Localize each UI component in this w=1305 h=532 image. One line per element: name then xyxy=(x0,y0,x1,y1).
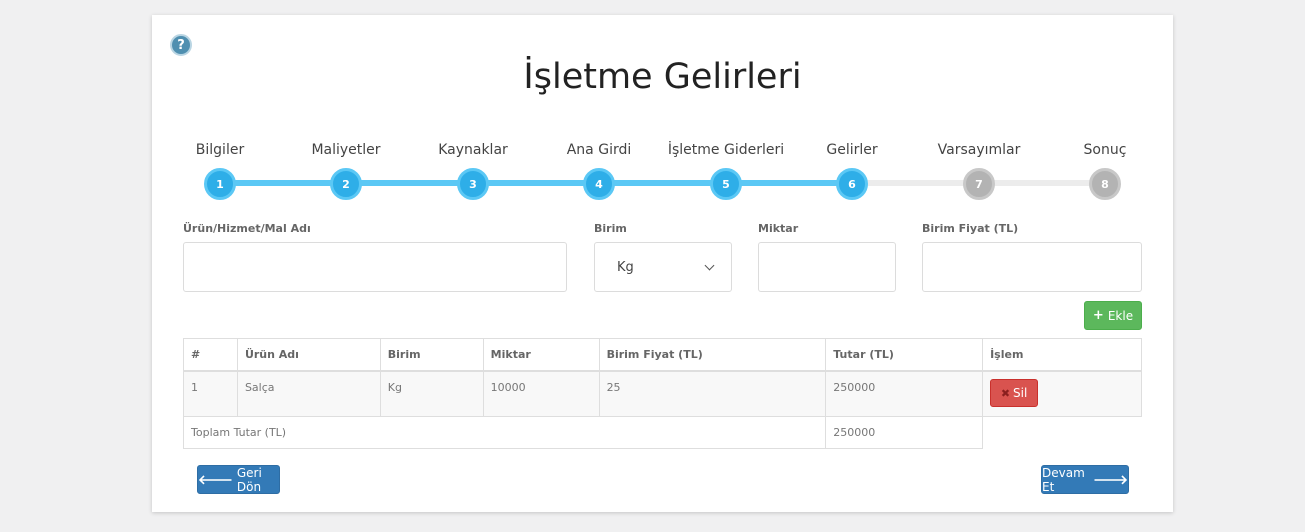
progress-fill xyxy=(222,180,854,186)
step-sonuc[interactable]: Sonuç 8 xyxy=(1040,140,1170,200)
back-button-label: Geri Dön xyxy=(236,465,262,494)
step-bilgiler[interactable]: Bilgiler 1 xyxy=(155,140,285,200)
column-header: İşlem xyxy=(982,338,1142,372)
question-circle-icon[interactable]: ? xyxy=(170,34,192,56)
unit-price-input[interactable] xyxy=(922,242,1142,292)
chevron-down-icon xyxy=(704,260,715,271)
step-varsayimlar[interactable]: Varsayımlar 7 xyxy=(914,140,1044,200)
unit-price-label: Birim Fiyat (TL) xyxy=(922,222,1019,235)
cell-quantity: 10000 xyxy=(482,370,600,417)
step-isletme-giderleri[interactable]: İşletme Giderleri 5 xyxy=(661,140,791,200)
progress-steps: Bilgiler 1 Maliyetler 2 Kaynaklar 3 Ana … xyxy=(152,140,1173,210)
add-button[interactable]: + Ekle xyxy=(1084,301,1142,330)
step-label: Gelirler xyxy=(826,142,878,158)
column-header: Birim Fiyat (TL) xyxy=(598,338,827,372)
unit-selected-value: Kg xyxy=(617,260,634,275)
delete-button-label: Sil xyxy=(1013,386,1028,400)
plus-icon: + xyxy=(1092,308,1104,323)
wizard-card: ? İşletme Gelirleri Bilgiler 1 Maliyetle… xyxy=(152,15,1173,512)
next-button[interactable]: Devam Et 🡒 xyxy=(1041,465,1129,494)
step-ana-girdi[interactable]: Ana Girdi 4 xyxy=(534,140,664,200)
step-label: Varsayımlar xyxy=(937,142,1021,158)
step-number: 2 xyxy=(330,168,362,200)
step-label: İşletme Giderleri xyxy=(667,142,785,158)
cell-total: 250000 xyxy=(825,370,984,417)
product-name-label: Ürün/Hizmet/Mal Adı xyxy=(183,222,311,235)
quantity-label: Miktar xyxy=(758,222,799,235)
column-header: Tutar (TL) xyxy=(825,338,984,372)
step-label: Maliyetler xyxy=(311,142,381,158)
add-button-label: Ekle xyxy=(1107,308,1134,323)
column-header: Ürün Adı xyxy=(236,338,381,372)
step-label: Sonuç xyxy=(1083,142,1127,158)
unit-select[interactable]: Kg xyxy=(594,242,732,292)
empty-cell xyxy=(983,417,1142,449)
arrow-right-icon: 🡒 xyxy=(1093,472,1128,488)
step-label: Bilgiler xyxy=(195,142,245,158)
step-number: 5 xyxy=(710,168,742,200)
cell-unit: Kg xyxy=(379,370,484,417)
step-number: 7 xyxy=(963,168,995,200)
step-gelirler[interactable]: Gelirler 6 xyxy=(787,140,917,200)
product-name-input[interactable] xyxy=(183,242,567,292)
unit-label: Birim xyxy=(594,222,627,235)
back-button[interactable]: 🡐 Geri Dön xyxy=(197,465,280,494)
step-number: 3 xyxy=(457,168,489,200)
page-title: İşletme Gelirleri xyxy=(523,57,802,97)
step-label: Kaynaklar xyxy=(438,142,508,158)
step-label: Ana Girdi xyxy=(566,142,632,158)
cell-action: ✖ Sil xyxy=(982,370,1142,417)
step-number: 4 xyxy=(583,168,615,200)
table-header-row: # Ürün Adı Birim Miktar Birim Fiyat (TL)… xyxy=(183,338,1142,372)
total-value: 250000 xyxy=(825,416,984,449)
total-label: Toplam Tutar (TL) xyxy=(182,416,827,449)
step-number: 1 xyxy=(204,168,236,200)
step-number: 6 xyxy=(836,168,868,200)
step-number: 8 xyxy=(1089,168,1121,200)
cell-number: 1 xyxy=(183,370,238,417)
step-maliyetler[interactable]: Maliyetler 2 xyxy=(281,140,411,200)
cell-unit-price: 25 xyxy=(598,370,827,417)
close-icon: ✖ xyxy=(1000,386,1011,400)
column-header: Miktar xyxy=(482,338,600,372)
cell-product-name: Salça xyxy=(236,370,381,417)
table-row: 1 Salça Kg 10000 25 250000 ✖ Sil xyxy=(183,370,1142,417)
column-header: # xyxy=(183,338,238,372)
next-button-label: Devam Et xyxy=(1042,465,1085,494)
total-row: Toplam Tutar (TL) 250000 xyxy=(182,416,1142,449)
step-kaynaklar[interactable]: Kaynaklar 3 xyxy=(408,140,538,200)
column-header: Birim xyxy=(379,338,484,372)
delete-button[interactable]: ✖ Sil xyxy=(990,379,1039,407)
products-table: # Ürün Adı Birim Miktar Birim Fiyat (TL)… xyxy=(182,338,1142,449)
quantity-input[interactable] xyxy=(758,242,896,292)
arrow-left-icon: 🡐 xyxy=(198,472,233,488)
